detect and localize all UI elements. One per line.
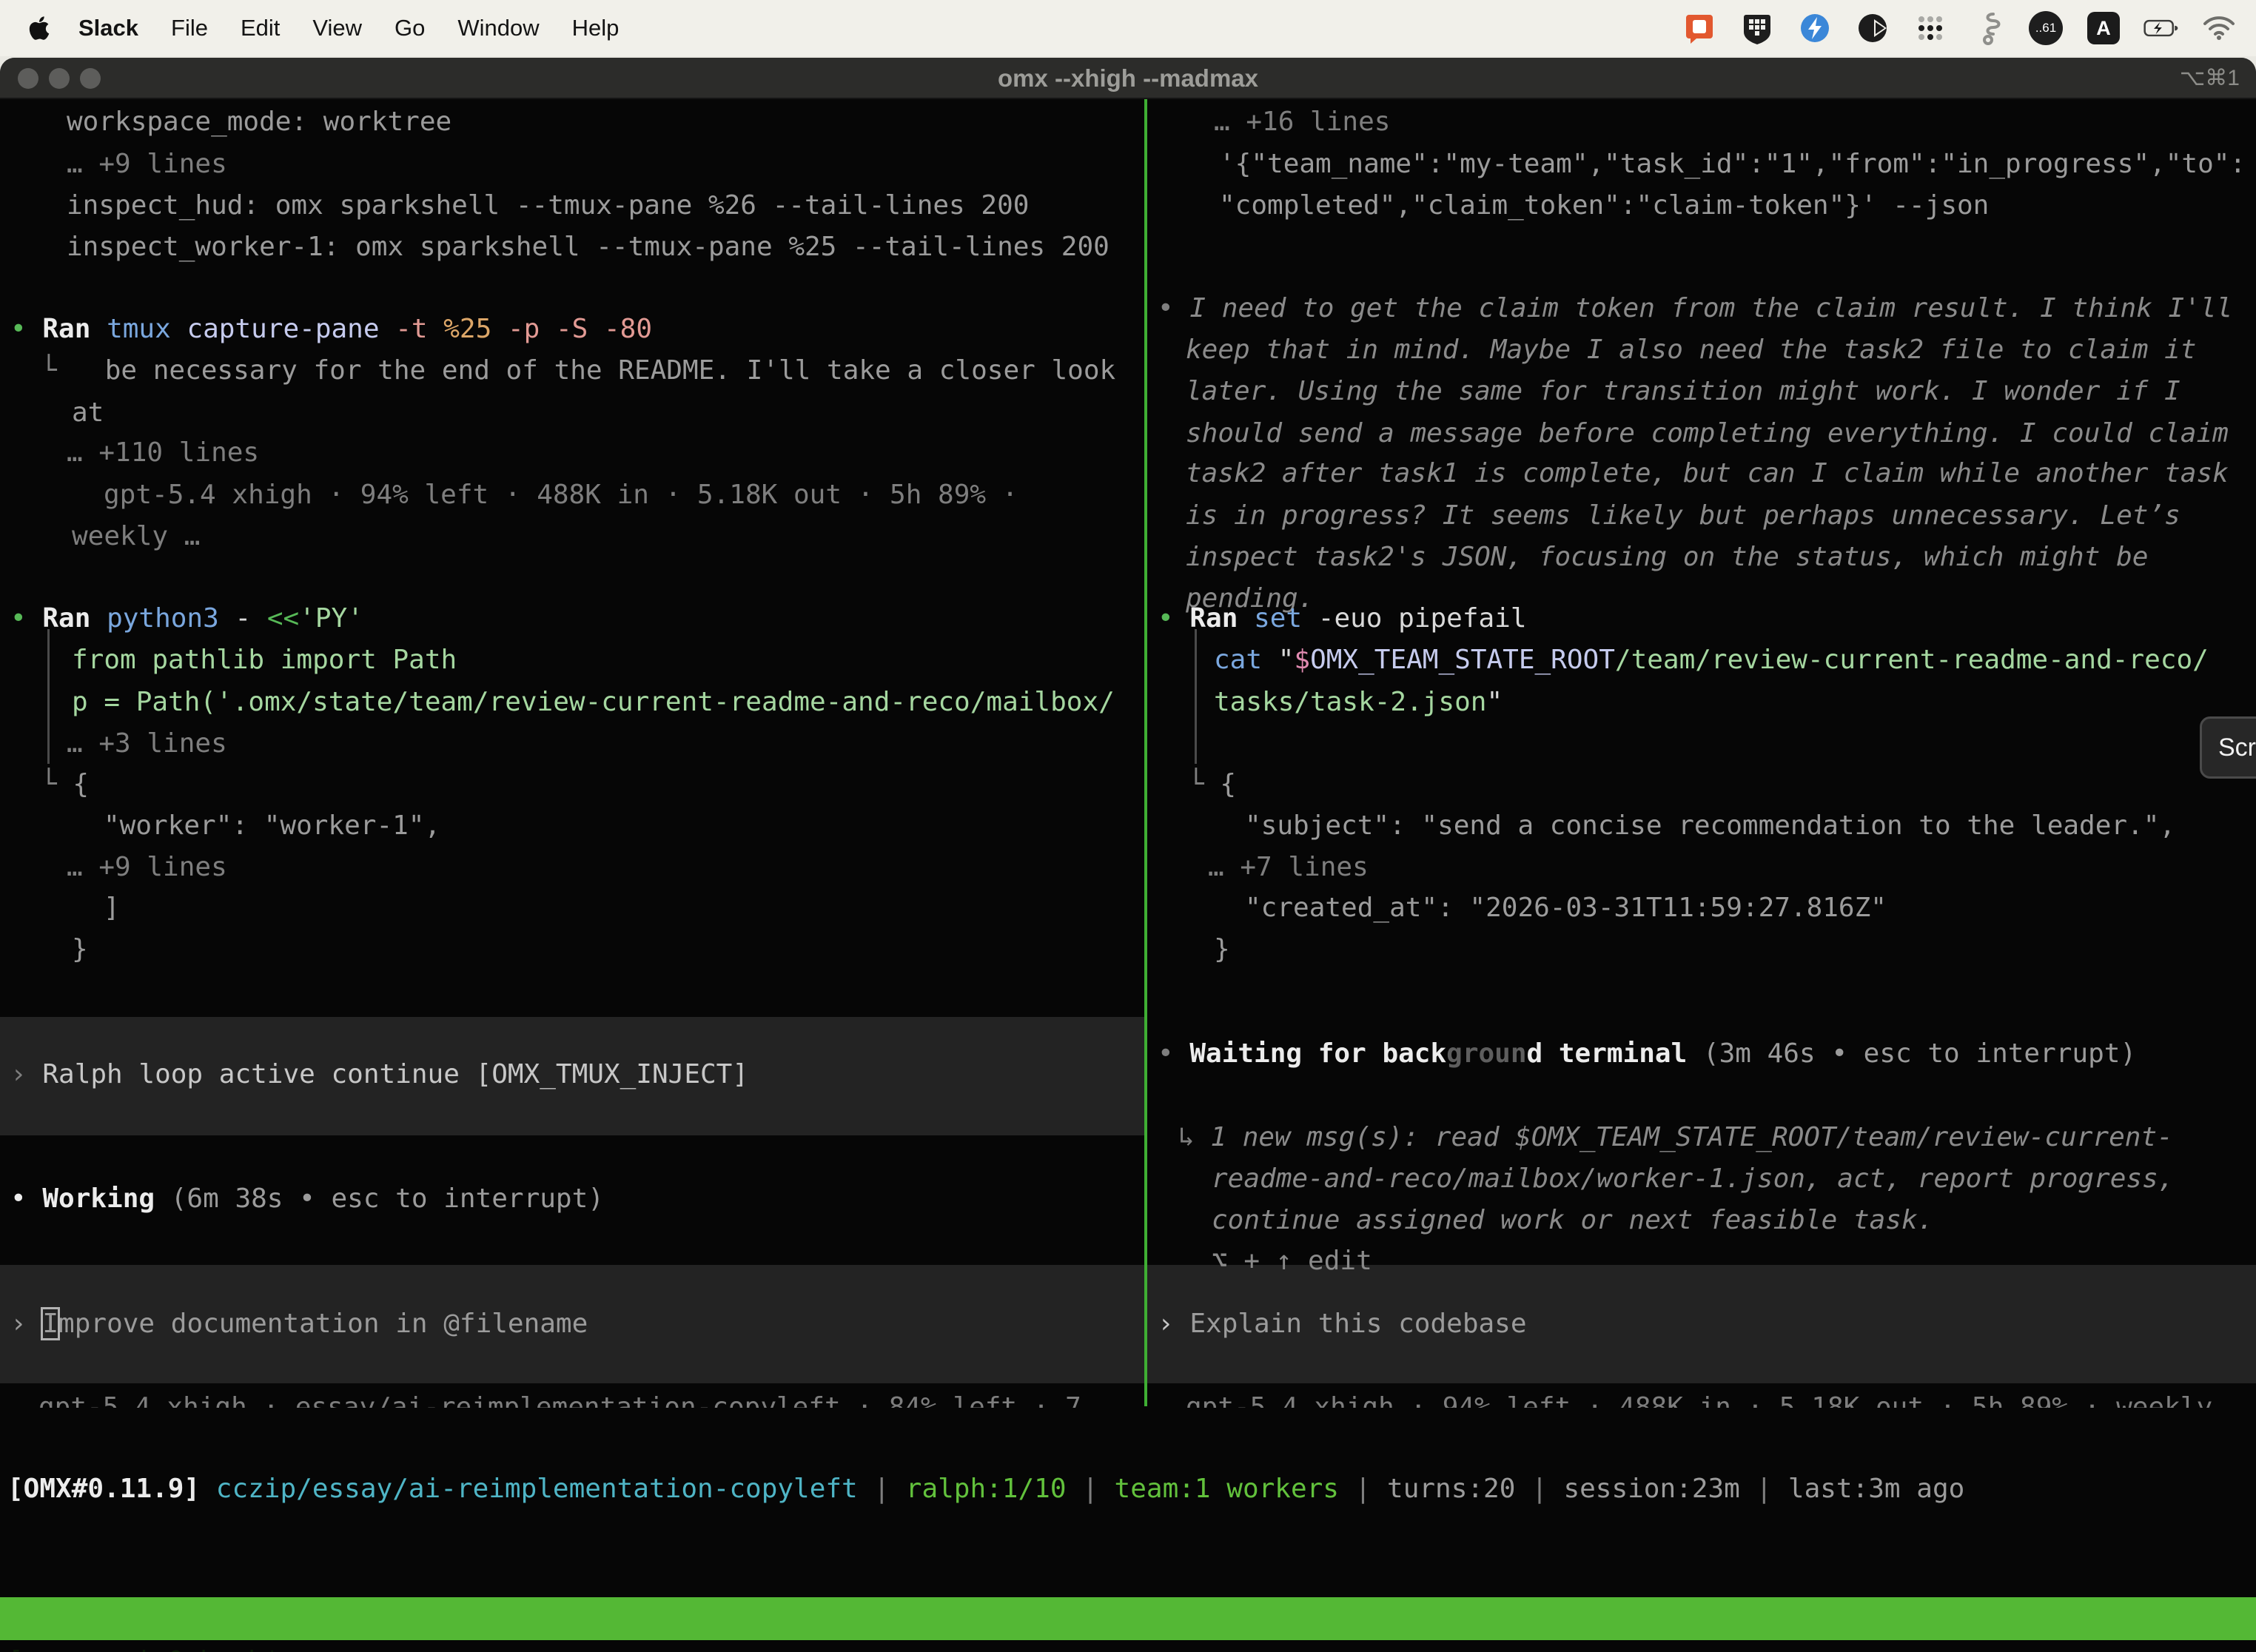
- blue-badge-icon[interactable]: [1797, 10, 1833, 46]
- terminal-line: ]: [104, 887, 120, 929]
- dots-grid-icon[interactable]: [1913, 10, 1948, 46]
- terminal-line: '{"team_name":"my-team","task_id":"1","f…: [1219, 144, 2246, 185]
- tmux-pane-left: workspace_mode: worktree… +9 linesinspec…: [0, 99, 1144, 1408]
- menu-item-go[interactable]: Go: [395, 15, 425, 41]
- battery-icon[interactable]: [2143, 10, 2179, 46]
- menu-bar: Slack File Edit View Go Window Help ..61 A: [0, 0, 2256, 56]
- terminal-line: … +3 lines: [67, 723, 227, 765]
- menubar-status-icons: ..61 A: [1682, 10, 2237, 46]
- terminal-line: workspace_mode: worktree: [67, 101, 451, 143]
- terminal-line: is in progress? It seems likely but perh…: [1186, 495, 2181, 537]
- badge-61-label: ..61: [2029, 11, 2063, 45]
- screen-tooltip-text: Scre: [2218, 733, 2256, 762]
- screen-tooltip: Scre: [2200, 716, 2256, 779]
- terminal-line: p = Path('.omx/state/team/review-current…: [72, 682, 1115, 723]
- wifi-icon[interactable]: [2201, 10, 2237, 46]
- terminal-line: "completed","claim_token":"claim-token"}…: [1219, 185, 1989, 226]
- terminal-line: … +110 lines: [67, 432, 259, 474]
- terminal-line: inspect task2's JSON, focusing on the st…: [1186, 537, 2148, 578]
- inject-banner-text: › Ralph loop active continue [OMX_TMUX_I…: [10, 1054, 748, 1095]
- terminal-line: • Ran set -euo pipefail: [1158, 598, 1527, 639]
- waiting-status: • Waiting for background terminal (3m 46…: [1158, 1033, 2136, 1075]
- dark-disc-icon[interactable]: [1855, 10, 1890, 46]
- terminal-line: └ {: [41, 764, 89, 805]
- terminal-line: }: [1214, 929, 1230, 970]
- menu-item-window[interactable]: Window: [457, 15, 539, 41]
- terminal-line: … +9 lines: [67, 144, 227, 185]
- window-shortcut-badge: ⌥⌘1: [2180, 58, 2240, 99]
- terminal-line: "subject": "send a concise recommendatio…: [1245, 805, 2175, 847]
- terminal-line: at: [72, 392, 104, 434]
- terminal-line: tasks/task-2.json": [1214, 682, 1503, 723]
- terminal-line: weekly …: [72, 516, 200, 557]
- working-status: • Working (6m 38s • esc to interrupt): [10, 1178, 604, 1220]
- terminal-line: └ {: [1188, 764, 1236, 805]
- menu-items: Slack File Edit View Go Window Help: [53, 15, 619, 41]
- grid-shield-icon[interactable]: [1739, 10, 1775, 46]
- terminal-line: … +9 lines: [67, 847, 227, 888]
- menu-app-name[interactable]: Slack: [78, 15, 138, 41]
- terminal-line: gpt-5.4 xhigh · 94% left · 488K in · 5.1…: [104, 474, 1018, 516]
- menu-item-edit[interactable]: Edit: [241, 15, 280, 41]
- chat-bubble-icon[interactable]: [1682, 10, 1717, 46]
- terminal-line: inspect_hud: omx sparkshell --tmux-pane …: [67, 185, 1029, 226]
- model-status-left: gpt-5.4 xhigh · essay/ai-reimplementatio…: [38, 1387, 1113, 1408]
- pane-divider[interactable]: [1144, 99, 1147, 1406]
- terminal-line: … +16 lines: [1214, 101, 1390, 143]
- badge-61-icon[interactable]: ..61: [2028, 10, 2064, 46]
- terminal-line: continue assigned work or next feasible …: [1212, 1200, 1933, 1241]
- tmux-status-bar: [omx-cczip0:bash* "MacBook-Pro-44.local"…: [0, 1597, 2256, 1640]
- menu-item-view[interactable]: View: [312, 15, 362, 41]
- terminal-line: └ be necessary for the end of the README…: [41, 350, 1115, 392]
- a-square-label: A: [2087, 12, 2120, 44]
- a-square-icon[interactable]: A: [2086, 10, 2121, 46]
- terminal-line: • Ran python3 - <<'PY': [10, 598, 363, 639]
- model-status-right: gpt-5.4 xhigh · 94% left · 488K in · 5.1…: [1186, 1387, 2244, 1408]
- terminal-line: • I need to get the claim token from the…: [1158, 288, 2232, 329]
- window-titlebar[interactable]: omx --xhigh --madmax ⌥⌘1: [0, 58, 2256, 99]
- terminal-line: inspect_worker-1: omx sparkshell --tmux-…: [67, 226, 1109, 268]
- indent-guide: [1195, 629, 1197, 764]
- terminal-line: … +7 lines: [1208, 847, 1369, 888]
- terminal-line: }: [72, 929, 88, 970]
- indent-guide: [47, 629, 50, 764]
- prompt-placeholder-left: › Improve documentation in @filename: [10, 1303, 588, 1345]
- tmux-session-label: [omx-cczip0:bash*: [7, 1640, 280, 1652]
- terminal-line: keep that in mind. Maybe I also need the…: [1186, 329, 2196, 371]
- terminal-line: readme-and-reco/mailbox/worker-1.json, a…: [1212, 1158, 2174, 1200]
- terminal-line: task2 after task1 is complete, but can I…: [1186, 453, 2229, 494]
- terminal-line: "worker": "worker-1",: [104, 805, 440, 847]
- squiggle-icon[interactable]: [1970, 10, 2006, 46]
- terminal-window: omx --xhigh --madmax ⌥⌘1 workspace_mode:…: [0, 58, 2256, 1652]
- menu-item-file[interactable]: File: [171, 15, 208, 41]
- terminal-line: later. Using the same for transition mig…: [1186, 371, 2181, 412]
- terminal-line: • Ran tmux capture-pane -t %25 -p -S -80: [10, 309, 652, 350]
- tmux-pane-right: … +16 lines'{"team_name":"my-team","task…: [1147, 99, 2256, 1408]
- terminal-line: should send a message before completing …: [1186, 413, 2229, 454]
- terminal-line: "created_at": "2026-03-31T11:59:27.816Z": [1245, 887, 1887, 929]
- window-title: omx --xhigh --madmax: [0, 58, 2256, 99]
- prompt-placeholder-right: › Explain this codebase: [1158, 1303, 1527, 1345]
- terminal-line: cat "$OMX_TEAM_STATE_ROOT/team/review-cu…: [1214, 639, 2209, 681]
- terminal-line: ↳ 1 new msg(s): read $OMX_TEAM_STATE_ROO…: [1178, 1117, 2173, 1158]
- terminal-line: from pathlib import Path: [72, 639, 457, 681]
- terminal-line: ⌥ + ↑ edit: [1212, 1240, 1372, 1282]
- apple-menu-icon[interactable]: [28, 13, 53, 43]
- omx-status-line: [OMX#0.11.9] cczip/essay/ai-reimplementa…: [7, 1468, 1964, 1510]
- menu-item-help[interactable]: Help: [572, 15, 620, 41]
